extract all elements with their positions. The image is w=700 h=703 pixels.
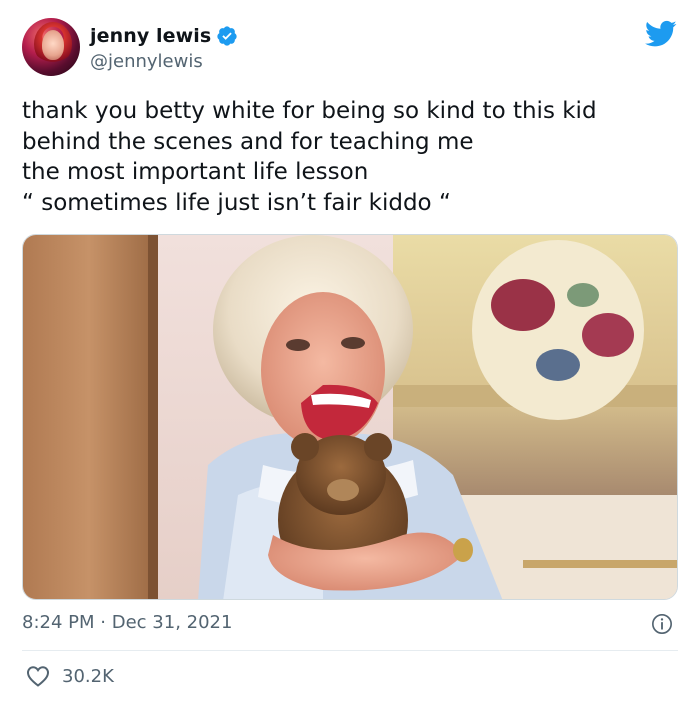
author-handle[interactable]: @jennylewis <box>90 51 203 72</box>
tweet-card: jenny lewis @jennylewis thank you betty … <box>0 0 700 703</box>
tweet-date: Dec 31, 2021 <box>111 612 233 633</box>
author-name-row: jenny lewis <box>90 25 238 47</box>
author-display-name[interactable]: jenny lewis <box>90 25 211 47</box>
like-count: 30.2K <box>62 665 114 687</box>
info-icon[interactable] <box>651 613 673 635</box>
avatar[interactable] <box>22 18 80 76</box>
heart-icon <box>26 666 50 687</box>
tweet-text: thank you betty white for being so kind … <box>22 98 597 216</box>
tweet-photo[interactable] <box>22 234 678 600</box>
tweet-time: 8:24 PM <box>22 612 95 633</box>
like-button[interactable]: 30.2K <box>26 665 114 687</box>
tweet-timestamp[interactable]: 8:24 PM · Dec 31, 2021 <box>22 612 232 633</box>
photo-woman-laughing-hugging-teddy-bear <box>23 235 677 599</box>
divider <box>22 650 678 651</box>
verified-badge-icon <box>217 26 237 46</box>
meta-separator: · <box>100 612 106 633</box>
twitter-bird-icon[interactable] <box>645 20 677 48</box>
